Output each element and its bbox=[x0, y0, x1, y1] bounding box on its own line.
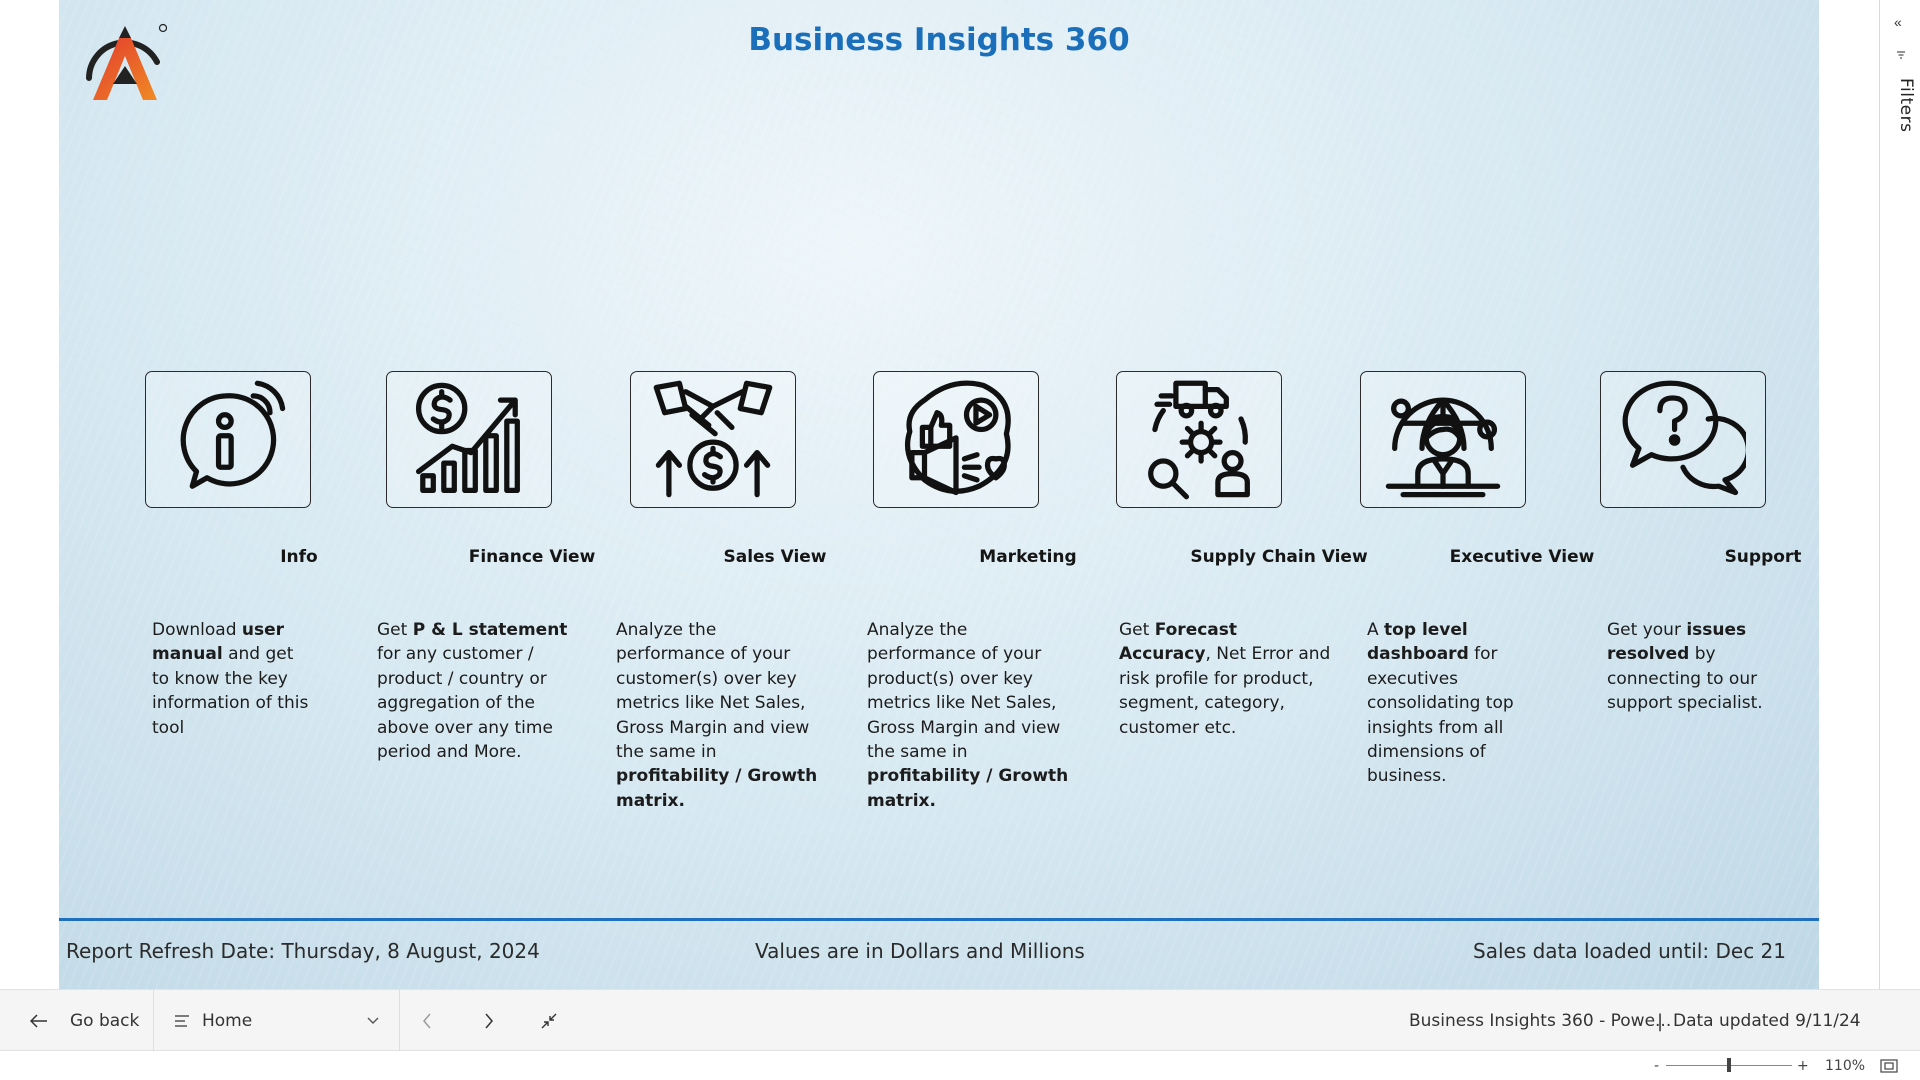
card-title-executive: Executive View bbox=[1449, 547, 1595, 567]
card-desc-executive: A top level dashboard for executives con… bbox=[1367, 618, 1567, 789]
data-updated: Data updated 9/11/24 bbox=[1673, 1011, 1861, 1031]
description-text: for any customer / product / country or … bbox=[377, 644, 553, 763]
footer-divider bbox=[59, 918, 1819, 921]
card-desc-sales: Analyze the performance of your customer… bbox=[616, 618, 828, 813]
finance-view-tile[interactable] bbox=[386, 371, 552, 508]
highlight-text: profitability / Growth matrix. bbox=[867, 766, 1069, 811]
sales-view-tile[interactable] bbox=[630, 371, 796, 508]
highlight-text: P & L statement bbox=[412, 620, 568, 640]
chevron-left-icon bbox=[423, 1013, 431, 1029]
nav-separator bbox=[399, 990, 400, 1052]
arrow-left-icon bbox=[30, 1014, 47, 1028]
supply-chain-icon bbox=[1148, 380, 1250, 499]
support-tile[interactable] bbox=[1600, 371, 1766, 508]
card-desc-finance: Get P & L statement for any customer / p… bbox=[377, 618, 577, 764]
report-canvas: Business Insights 360 Info Finance View … bbox=[59, 0, 1819, 989]
card-title-sales: Sales View bbox=[723, 547, 827, 567]
filters-label[interactable]: Filters bbox=[1886, 78, 1916, 132]
description-text: Analyze the performance of your customer… bbox=[616, 620, 810, 763]
info-icon bbox=[180, 380, 286, 489]
report-name: Business Insights 360 - Powe... bbox=[1409, 1011, 1672, 1031]
nav-pipe: | bbox=[1657, 1010, 1664, 1032]
card-title-support: Support bbox=[1724, 547, 1802, 567]
card-desc-marketing: Analyze the performance of your product(… bbox=[867, 618, 1079, 813]
chevron-right-icon bbox=[485, 1013, 493, 1029]
sales-loaded-until: Sales data loaded until: Dec 21 bbox=[1473, 939, 1787, 963]
exit-fullscreen-button[interactable] bbox=[541, 990, 557, 1052]
previous-page-button[interactable] bbox=[422, 990, 432, 1052]
nav-separator bbox=[153, 990, 154, 1052]
description-text: for executives consolidating top insight… bbox=[1367, 644, 1514, 787]
page-title: Business Insights 360 bbox=[748, 22, 1130, 58]
page-list-icon bbox=[175, 1015, 189, 1027]
card-title-finance: Finance View bbox=[468, 547, 596, 567]
marketing-megaphone-icon bbox=[904, 380, 1011, 495]
description-text: Get bbox=[1119, 620, 1155, 640]
status-bar bbox=[0, 1051, 1920, 1080]
support-chat-icon bbox=[1622, 380, 1746, 495]
filter-icon bbox=[1897, 51, 1905, 59]
info-tile[interactable] bbox=[145, 371, 311, 508]
highlight-text: profitability / Growth matrix. bbox=[616, 766, 818, 811]
report-refresh-date: Report Refresh Date: Thursday, 8 August,… bbox=[66, 939, 540, 963]
go-back-button[interactable]: Go back bbox=[30, 990, 139, 1052]
handshake-icon bbox=[653, 380, 773, 497]
bottom-nav-bar: Go back Home Business Insights 360 - Pow… bbox=[0, 989, 1920, 1052]
go-back-label: Go back bbox=[70, 1011, 140, 1031]
chevron-down-icon bbox=[367, 1017, 379, 1024]
executive-globe-icon bbox=[1385, 396, 1501, 497]
zoom-in-button[interactable]: + bbox=[1797, 1051, 1809, 1080]
units-note: Values are in Dollars and Millions bbox=[755, 939, 1085, 963]
fit-to-page-button[interactable] bbox=[1880, 1051, 1898, 1080]
card-title-marketing: Marketing bbox=[979, 547, 1077, 567]
card-desc-support: Get your issues resolved by connecting t… bbox=[1607, 618, 1767, 716]
page-selector-dropdown[interactable]: Home bbox=[174, 990, 384, 1052]
executive-view-tile[interactable] bbox=[1360, 371, 1526, 508]
zoom-level: 110% bbox=[1825, 1057, 1866, 1074]
card-desc-info: Download user manual and get to know the… bbox=[152, 618, 312, 740]
card-title-supply-chain: Supply Chain View bbox=[1190, 547, 1368, 567]
card-title-info: Info bbox=[280, 547, 318, 567]
description-text: Download bbox=[152, 620, 242, 640]
zoom-out-button[interactable]: - bbox=[1654, 1051, 1659, 1080]
description-text: A bbox=[1367, 620, 1385, 640]
supply-chain-view-tile[interactable] bbox=[1116, 371, 1282, 508]
marketing-tile[interactable] bbox=[873, 371, 1039, 508]
page-selector-label: Home bbox=[202, 1011, 253, 1031]
description-text: Get your bbox=[1607, 620, 1687, 640]
chevrons-left-icon[interactable]: « bbox=[1894, 14, 1902, 30]
filters-pane[interactable]: « Filters bbox=[1879, 0, 1920, 989]
fit-page-icon bbox=[1880, 1058, 1898, 1073]
collapse-arrows-icon bbox=[541, 1013, 557, 1029]
card-desc-supply-chain: Get Forecast Accuracy, Net Error and ris… bbox=[1119, 618, 1331, 740]
description-text: Analyze the performance of your product(… bbox=[867, 620, 1061, 763]
zoom-slider-thumb[interactable] bbox=[1727, 1058, 1731, 1072]
finance-growth-icon bbox=[415, 382, 520, 493]
zoom-slider[interactable] bbox=[1666, 1051, 1792, 1080]
description-text: Get bbox=[377, 620, 413, 640]
next-page-button[interactable] bbox=[484, 990, 494, 1052]
